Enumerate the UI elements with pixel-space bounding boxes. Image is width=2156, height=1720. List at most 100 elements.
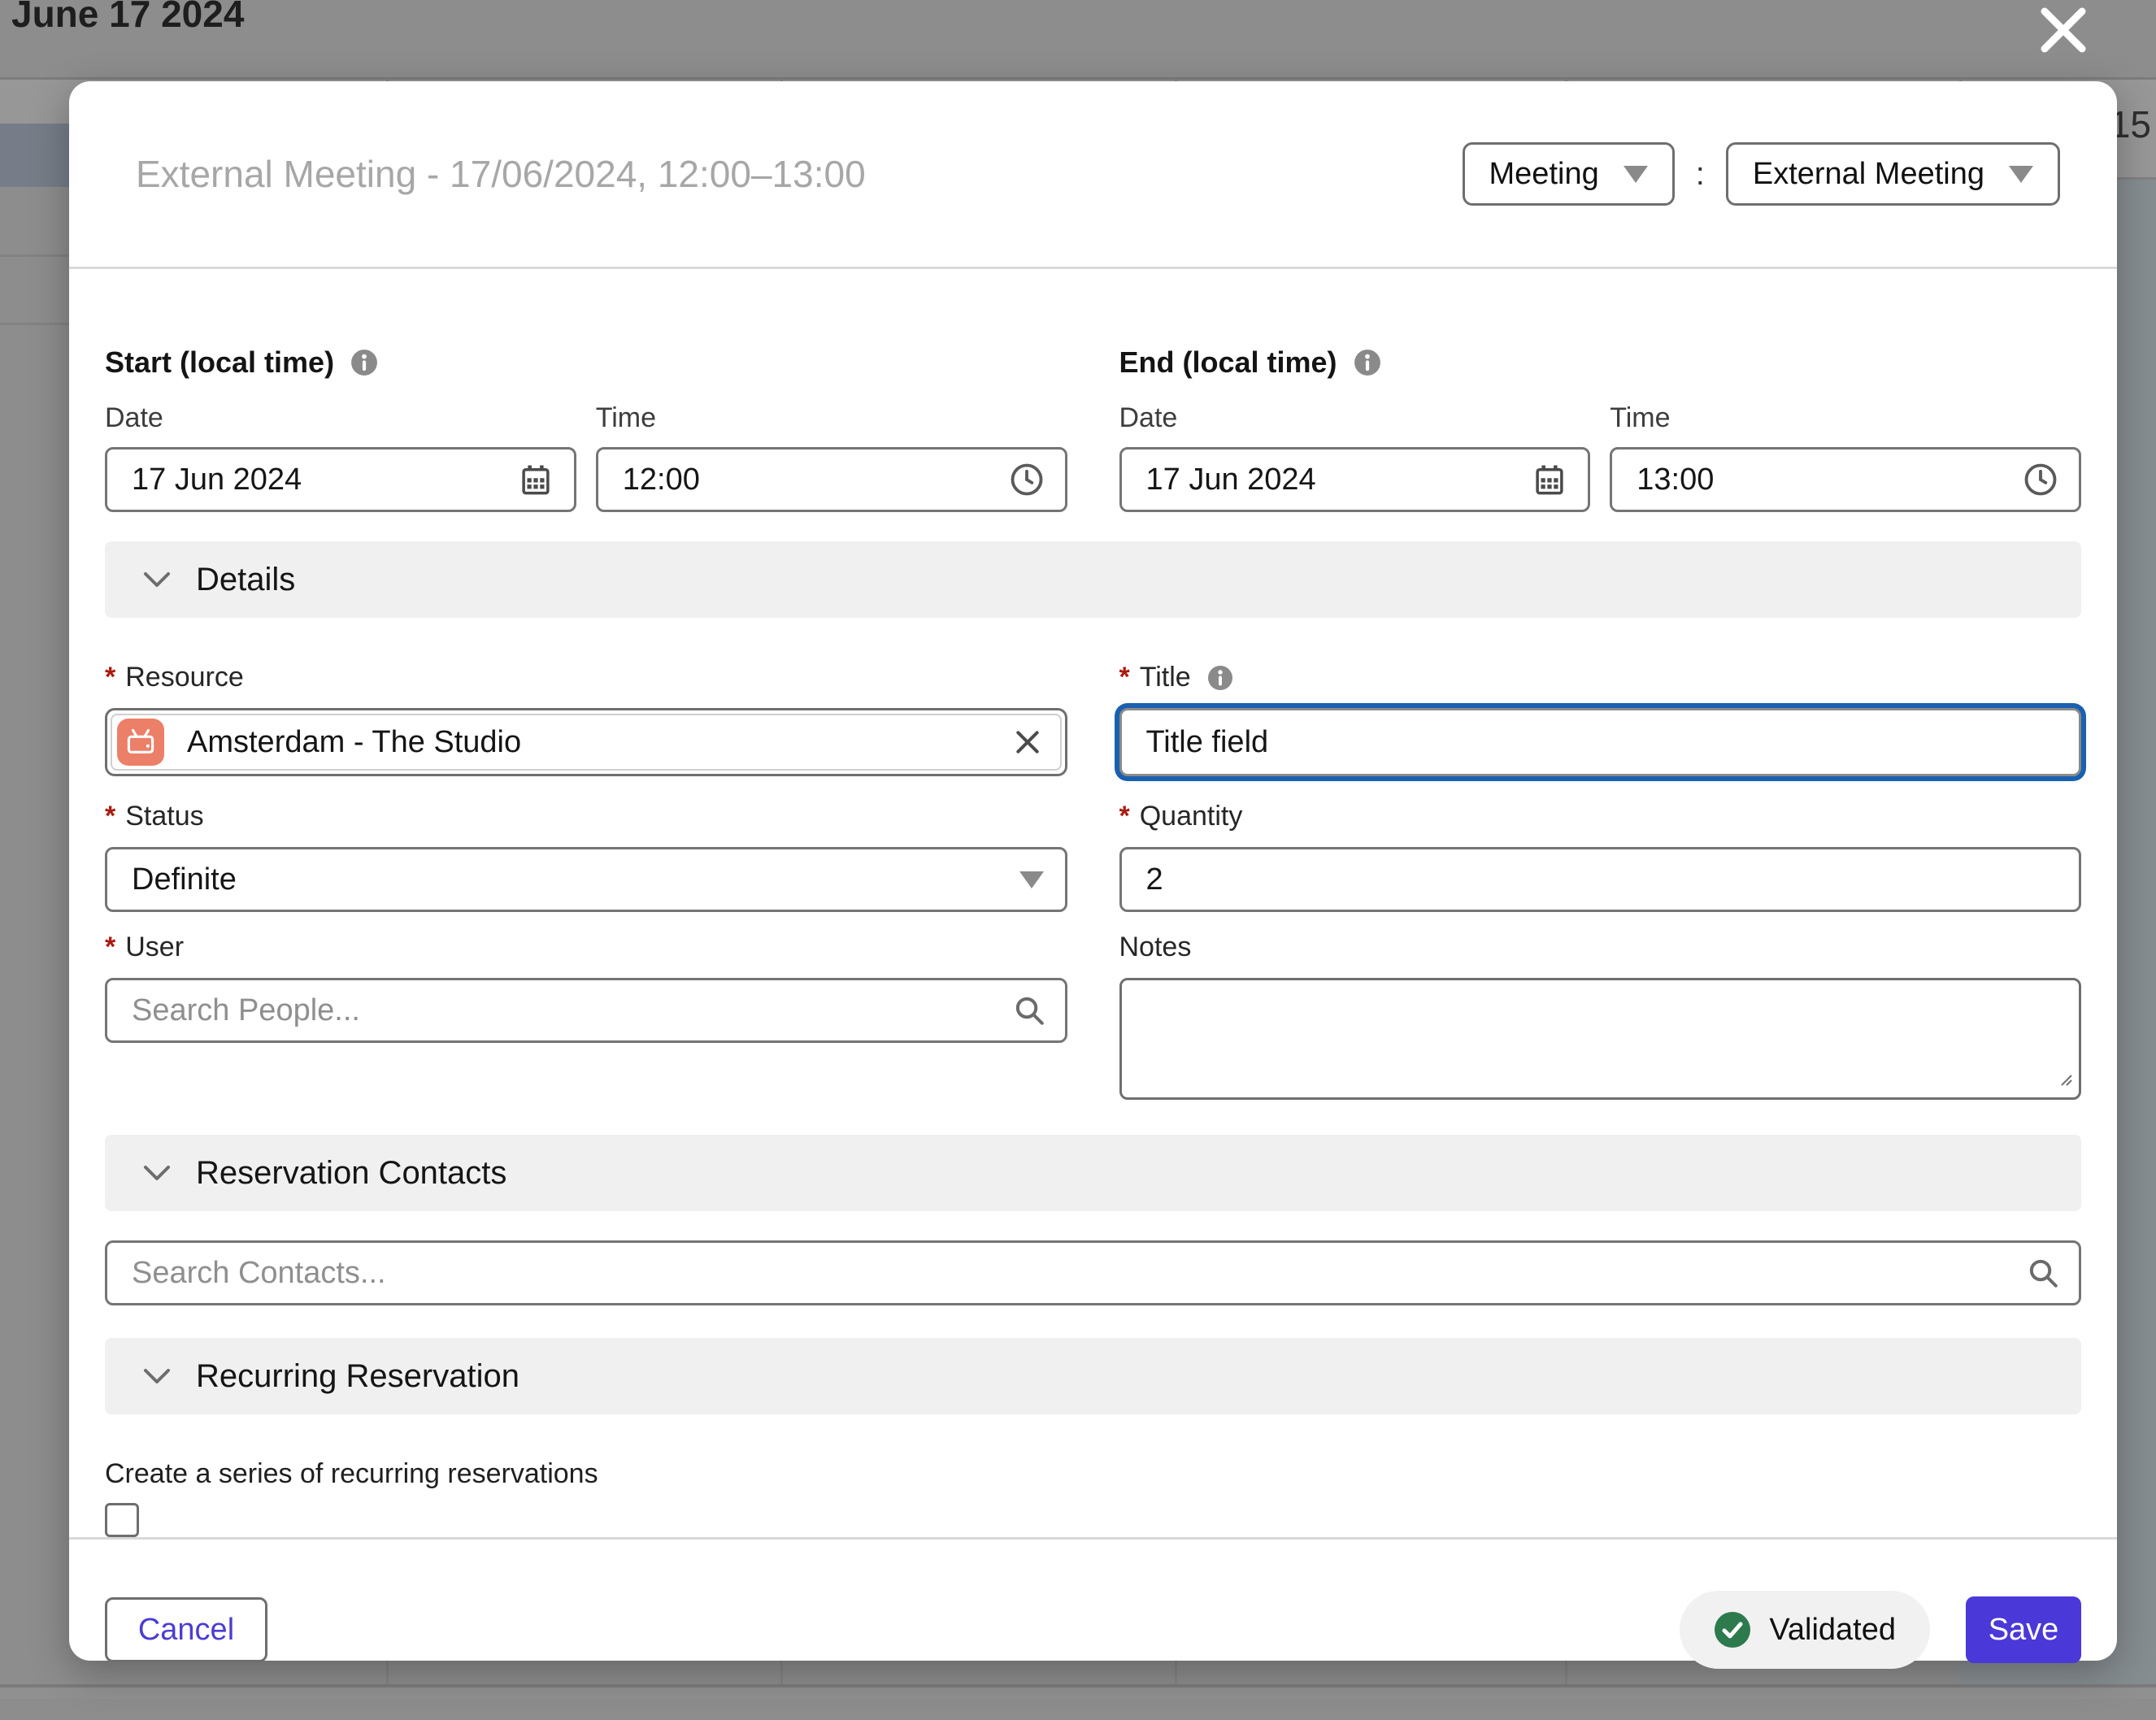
notes-input[interactable] — [1119, 978, 2082, 1100]
calendar-date-heading: June 17 2024 — [11, 0, 244, 36]
contacts-search-wrap — [105, 1240, 2081, 1305]
section-recurring-reservation-label: Recurring Reservation — [196, 1358, 519, 1395]
clear-resource-button[interactable] — [1011, 726, 1044, 758]
resource-value: Amsterdam - The Studio — [187, 725, 989, 760]
start-time-value: 12:00 — [623, 463, 700, 497]
meeting-subtype-value: External Meeting — [1753, 157, 1984, 192]
end-label: End (local time) — [1119, 345, 1337, 380]
end-date-time-pair: Date 17 Jun 2024 — [1119, 402, 2082, 512]
start-date-input[interactable]: 17 Jun 2024 — [105, 447, 576, 512]
start-date-label: Date — [105, 402, 576, 434]
notes-label: Notes — [1119, 932, 1192, 963]
start-group: Start (local time) Date 17 Jun 2024 — [105, 345, 1067, 512]
type-selects: Meeting : External Meeting — [1463, 142, 2060, 206]
caret-down-icon — [1019, 871, 1044, 888]
clear-icon — [1011, 726, 1044, 758]
end-date-label: Date — [1119, 402, 1591, 434]
info-icon[interactable] — [1354, 349, 1381, 376]
quantity-field: * Quantity — [1119, 776, 2082, 912]
section-recurring-reservation[interactable]: Recurring Reservation — [105, 1338, 2081, 1414]
cancel-button[interactable]: Cancel — [105, 1597, 267, 1662]
title-input[interactable] — [1119, 708, 2082, 776]
section-reservation-contacts[interactable]: Reservation Contacts — [105, 1135, 2081, 1211]
end-time-value: 13:00 — [1637, 463, 1714, 497]
dialog-footer: Cancel Validated Save — [69, 1537, 2117, 1720]
caret-down-icon — [2009, 166, 2033, 183]
required-asterisk: * — [105, 662, 115, 693]
title-field: * Title — [1119, 618, 2082, 776]
user-search-wrap — [105, 978, 1067, 1043]
status-value: Definite — [132, 862, 237, 897]
status-label: Status — [125, 801, 203, 832]
close-icon — [2036, 3, 2090, 57]
user-label-row: * User — [105, 932, 1067, 963]
end-date-value: 17 Jun 2024 — [1146, 463, 1316, 497]
resource-input[interactable]: Amsterdam - The Studio — [105, 708, 1067, 776]
section-details[interactable]: Details — [105, 541, 2081, 618]
check-circle-icon — [1714, 1611, 1751, 1648]
dialog-header: External Meeting - 17/06/2024, 12:00–13:… — [69, 81, 2117, 269]
validated-badge: Validated — [1680, 1591, 1930, 1669]
user-search-input[interactable] — [105, 978, 1067, 1043]
notes-wrap — [1119, 978, 2082, 1104]
datetime-row: Start (local time) Date 17 Jun 2024 — [105, 345, 2081, 512]
title-label: Title — [1140, 662, 1191, 693]
start-date-value: 17 Jun 2024 — [132, 463, 302, 497]
required-asterisk: * — [1119, 801, 1130, 832]
resource-field: * Resource Amsterdam - The Studio — [105, 618, 1067, 776]
save-button[interactable]: Save — [1966, 1596, 2081, 1663]
title-label-row: * Title — [1119, 662, 2082, 693]
chevron-down-icon — [142, 570, 172, 589]
start-time-cell: Time 12:00 — [596, 402, 1067, 512]
search-icon[interactable] — [1012, 993, 1046, 1027]
clock-icon[interactable] — [2023, 463, 2058, 497]
contacts-search-input[interactable] — [105, 1240, 2081, 1305]
type-separator: : — [1696, 156, 1705, 193]
end-time-input[interactable]: 13:00 — [1610, 447, 2081, 512]
meeting-type-select[interactable]: Meeting — [1463, 142, 1675, 206]
resource-label: Resource — [125, 662, 244, 693]
end-group: End (local time) Date 17 Jun 2024 — [1119, 345, 2082, 512]
start-date-time-pair: Date 17 Jun 2024 — [105, 402, 1067, 512]
end-time-cell: Time 13:00 — [1610, 402, 2081, 512]
start-label: Start (local time) — [105, 345, 334, 380]
search-icon[interactable] — [2026, 1256, 2060, 1290]
validated-label: Validated — [1769, 1613, 1896, 1648]
status-label-row: * Status — [105, 801, 1067, 832]
meeting-subtype-select[interactable]: External Meeting — [1726, 142, 2060, 206]
quantity-input[interactable] — [1119, 847, 2082, 912]
quantity-label: Quantity — [1140, 801, 1243, 832]
recurring-checkbox-label: Create a series of recurring reservation… — [105, 1458, 2081, 1490]
required-asterisk: * — [105, 932, 115, 963]
start-time-input[interactable]: 12:00 — [596, 447, 1067, 512]
dialog-title: External Meeting - 17/06/2024, 12:00–13:… — [136, 152, 866, 196]
clock-icon[interactable] — [1010, 463, 1044, 497]
status-select[interactable]: Definite — [105, 847, 1067, 912]
close-button[interactable] — [2034, 2, 2093, 60]
calendar-gridline — [0, 77, 2156, 80]
end-date-input[interactable]: 17 Jun 2024 — [1119, 447, 1591, 512]
quantity-label-row: * Quantity — [1119, 801, 2082, 832]
required-asterisk: * — [1119, 662, 1130, 693]
start-date-cell: Date 17 Jun 2024 — [105, 402, 576, 512]
notes-label-row: Notes — [1119, 932, 2082, 963]
user-field: * User — [105, 912, 1067, 1104]
end-date-cell: Date 17 Jun 2024 — [1119, 402, 1591, 512]
meeting-type-value: Meeting — [1489, 157, 1599, 192]
caret-down-icon — [1624, 166, 1648, 183]
user-label: User — [125, 932, 184, 963]
resize-grip-icon[interactable] — [2055, 1069, 2073, 1091]
status-field: * Status Definite — [105, 776, 1067, 912]
resource-label-row: * Resource — [105, 662, 1067, 693]
tv-icon — [117, 719, 164, 766]
info-icon[interactable] — [350, 349, 378, 376]
end-label-row: End (local time) — [1119, 345, 2082, 380]
footer-right-group: Validated Save — [1680, 1591, 2081, 1669]
info-icon[interactable] — [1207, 665, 1233, 691]
calendar-icon[interactable] — [1532, 463, 1567, 497]
dialog-body: Start (local time) Date 17 Jun 2024 — [69, 269, 2117, 1537]
section-reservation-contacts-label: Reservation Contacts — [196, 1155, 506, 1192]
calendar-icon[interactable] — [519, 463, 553, 497]
chevron-down-icon — [142, 1163, 172, 1183]
recurring-checkbox[interactable] — [105, 1503, 139, 1537]
